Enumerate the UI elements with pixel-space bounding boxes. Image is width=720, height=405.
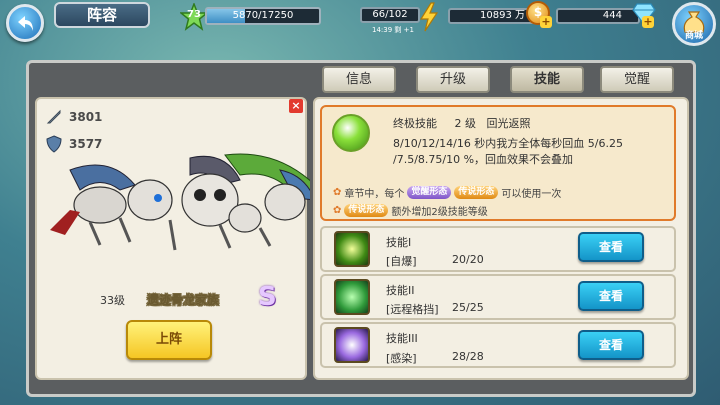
xp-text: 5870/17250 bbox=[232, 10, 294, 21]
player-level-badge: 73 bbox=[178, 1, 210, 31]
attack-stat: 3801 bbox=[45, 108, 102, 126]
skill-2-name: 技能II bbox=[386, 284, 415, 297]
xp-bar: 5870/17250 bbox=[205, 7, 321, 25]
attack-value: 3801 bbox=[69, 110, 103, 124]
awaken-form-badge: 觉醒形态 bbox=[407, 186, 452, 199]
ultimate-name: 回光返照 bbox=[486, 117, 531, 130]
gem-counter: 444 bbox=[556, 8, 640, 24]
skill-3-level: 28/28 bbox=[452, 350, 484, 363]
tab-info[interactable]: 信息 bbox=[322, 66, 396, 93]
ultimate-level: 2 级 bbox=[454, 117, 476, 130]
flower-icon: ✿ bbox=[333, 187, 342, 198]
skill-3-name: 技能III bbox=[386, 332, 418, 345]
back-button[interactable] bbox=[6, 4, 44, 42]
player-level: 73 bbox=[187, 9, 201, 20]
ultimate-skill-icon bbox=[332, 114, 370, 152]
hero-level: 33级 bbox=[100, 294, 125, 307]
tab-upgrade[interactable]: 升级 bbox=[416, 66, 490, 93]
legend-form-badge-2: 传说形态 bbox=[344, 204, 389, 217]
skill-1-type: [自爆] bbox=[386, 255, 417, 268]
add-gold-icon[interactable]: + bbox=[540, 16, 552, 28]
legend-form-badge: 传说形态 bbox=[454, 186, 499, 199]
ultimate-description: 8/10/12/14/16 秒内我方全体每秒回血 5/6.25 /7.5/8.7… bbox=[393, 137, 624, 166]
defense-value: 3577 bbox=[69, 137, 103, 151]
skill-1-name: 技能I bbox=[386, 236, 412, 249]
energy-bolt-icon[interactable] bbox=[418, 2, 440, 32]
top-bar: 阵容 73 5870/17250 66/102 14:39 剩 +1 10893… bbox=[0, 0, 720, 46]
ranged-block-skill-icon bbox=[334, 279, 370, 315]
page-title: 阵容 bbox=[54, 2, 150, 28]
ultimate-note-2: ✿ 传说形态 额外增加2级技能等级 bbox=[333, 203, 488, 218]
note1-prefix: 章节中，每个 bbox=[344, 189, 405, 200]
tab-skills[interactable]: 技能 bbox=[510, 66, 584, 93]
close-icon[interactable]: × bbox=[289, 99, 303, 113]
skill-2-level: 25/25 bbox=[452, 301, 484, 314]
skill-3-type: [感染] bbox=[386, 352, 417, 365]
infect-skill-icon bbox=[334, 327, 370, 363]
view-skill-3-button[interactable]: 查看 bbox=[578, 330, 644, 360]
ultimate-note-1: ✿ 章节中，每个 觉醒形态 传说形态 可以使用一次 bbox=[333, 185, 561, 200]
bone-dragon-family-portrait bbox=[50, 153, 310, 251]
sword-icon bbox=[46, 109, 61, 124]
deploy-button[interactable]: 上阵 bbox=[126, 320, 212, 360]
stamina-timer: 14:39 剩 +1 bbox=[372, 26, 414, 34]
ultimate-label: 终极技能 bbox=[393, 117, 437, 130]
add-gems-icon[interactable]: + bbox=[642, 16, 654, 28]
ultimate-skill-header: 终极技能 2 级 回光返照 bbox=[393, 115, 530, 131]
view-skill-1-button[interactable]: 查看 bbox=[578, 232, 644, 262]
skill-2-type: [远程格挡] bbox=[386, 303, 439, 316]
shop-button[interactable]: 商城 bbox=[672, 2, 716, 46]
shop-label: 商城 bbox=[684, 31, 703, 41]
tab-awaken[interactable]: 觉醒 bbox=[600, 66, 674, 93]
note2-suffix: 额外增加2级技能等级 bbox=[391, 207, 488, 218]
note1-suffix: 可以使用一次 bbox=[501, 189, 562, 200]
explode-skill-icon bbox=[334, 231, 370, 267]
back-arrow-icon bbox=[18, 16, 33, 31]
skill-1-level: 20/20 bbox=[452, 253, 484, 266]
hero-name: 遗迹骨龙家族 bbox=[147, 293, 220, 307]
stamina-counter: 66/102 bbox=[360, 7, 420, 23]
flower-icon: ✿ bbox=[333, 205, 342, 216]
view-skill-2-button[interactable]: 查看 bbox=[578, 281, 644, 311]
hero-rank-badge: S bbox=[258, 282, 277, 312]
